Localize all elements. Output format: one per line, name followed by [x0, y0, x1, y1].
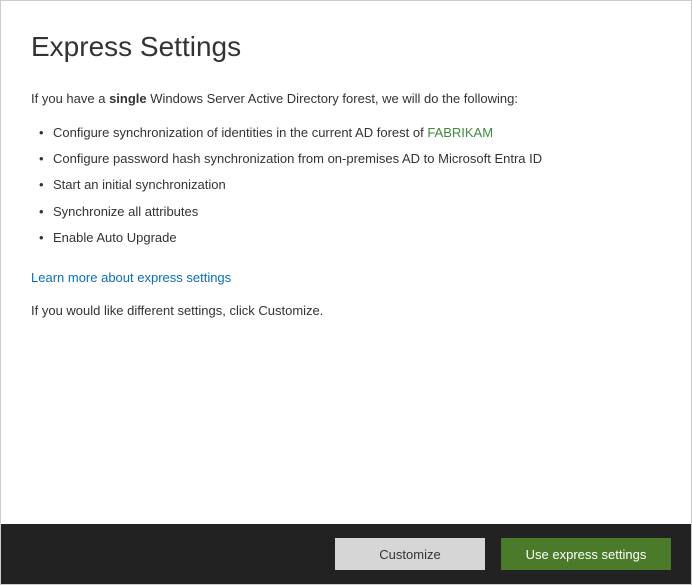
- bullet-list: Configure synchronization of identities …: [31, 120, 661, 251]
- learn-more-link[interactable]: Learn more about express settings: [31, 270, 231, 285]
- footer-bar: Customize Use express settings: [1, 524, 691, 584]
- intro-bold: single: [109, 91, 147, 106]
- list-item: Enable Auto Upgrade: [31, 225, 661, 251]
- list-item: Start an initial synchronization: [31, 172, 661, 198]
- customize-button[interactable]: Customize: [335, 538, 485, 570]
- list-item: Synchronize all attributes: [31, 199, 661, 225]
- intro-suffix: Windows Server Active Directory forest, …: [147, 91, 518, 106]
- content-area: Express Settings If you have a single Wi…: [1, 1, 691, 524]
- customize-hint: If you would like different settings, cl…: [31, 303, 661, 318]
- page-title: Express Settings: [31, 31, 661, 63]
- bullet-text: Configure synchronization of identities …: [53, 125, 427, 140]
- list-item: Configure synchronization of identities …: [31, 120, 661, 146]
- intro-text: If you have a single Windows Server Acti…: [31, 91, 661, 106]
- list-item: Configure password hash synchronization …: [31, 146, 661, 172]
- forest-name: FABRIKAM: [427, 125, 493, 140]
- use-express-settings-button[interactable]: Use express settings: [501, 538, 671, 570]
- intro-prefix: If you have a: [31, 91, 109, 106]
